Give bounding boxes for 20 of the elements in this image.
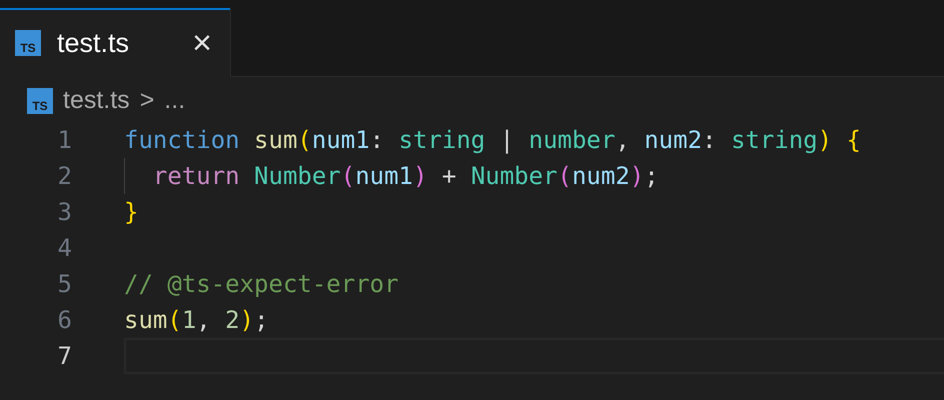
code-line: function sum(num1: string | number, num2: string) { [124,125,862,156]
line-number: 6 [56,305,72,336]
typescript-file-icon: TS [27,88,53,114]
code-line: } [124,197,140,228]
line-number: 7 [56,341,72,372]
line-number: 4 [56,233,72,264]
code-line: sum(1, 2); [124,305,270,336]
line-number: 3 [56,197,72,228]
tab-label: test.ts [57,26,130,60]
typescript-file-icon: TS [15,30,41,56]
editor-tab[interactable]: TS test.ts × [0,8,230,76]
close-button[interactable]: × [192,26,212,60]
breadcrumb-more[interactable]: ... [164,82,186,120]
breadcrumb-separator: > [140,85,154,116]
line-number: 5 [56,269,72,300]
line-number: 2 [56,161,72,192]
code-line: // @ts-expect-error [124,269,400,300]
code-line: return Number(num1) + Number(num2); [124,158,944,194]
breadcrumb-file[interactable]: test.ts [63,82,130,120]
line-number: 1 [56,125,72,156]
